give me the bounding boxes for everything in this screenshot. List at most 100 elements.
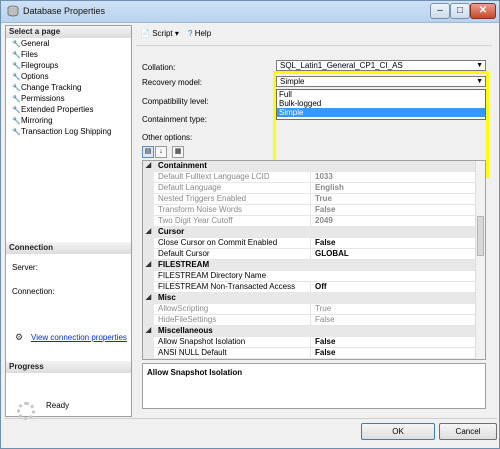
- other-options-label: Other options:: [142, 133, 193, 142]
- sidebar-item-filegroups[interactable]: 🔧Filegroups: [12, 60, 58, 71]
- category-name: Miscellaneous: [158, 326, 213, 335]
- title-bar[interactable]: Database Properties – □ ✕: [1, 1, 499, 23]
- row-gutter: [143, 216, 154, 227]
- property-name: Transform Noise Words: [158, 205, 243, 214]
- collapse-icon[interactable]: ◢: [143, 326, 154, 337]
- property-name: ANSI NULL Default: [158, 348, 227, 357]
- property-name: Allow Snapshot Isolation: [158, 337, 246, 346]
- sidebar-item-label: Change Tracking: [21, 83, 82, 92]
- footer-divider: [5, 418, 497, 419]
- property-value[interactable]: GLOBAL: [310, 249, 480, 259]
- grid-property-row[interactable]: Transform Noise Words False: [143, 205, 477, 216]
- grid-scrollbar[interactable]: [475, 161, 485, 359]
- sidebar-item-files[interactable]: 🔧Files: [12, 49, 38, 60]
- property-name: AllowScripting: [158, 304, 209, 313]
- grid-category-row[interactable]: ◢ Misc: [143, 293, 477, 304]
- property-grid: ANSI NULL Default False Allow Snapshot Iso…: [142, 160, 486, 360]
- property-name: Default Fulltext Language LCID: [158, 172, 270, 181]
- sidebar-item-label: Files: [21, 50, 38, 59]
- grid-property-row[interactable]: FILESTREAM Directory Name: [143, 271, 477, 282]
- minimize-button[interactable]: –: [430, 3, 450, 19]
- sidebar-item-transaction-log-shipping[interactable]: 🔧Transaction Log Shipping: [12, 126, 111, 137]
- property-value[interactable]: False: [310, 348, 480, 358]
- ok-button[interactable]: OK: [361, 423, 435, 440]
- maximize-button[interactable]: □: [450, 3, 470, 19]
- grid-scroll-thumb[interactable]: [477, 216, 484, 256]
- category-name: Misc: [158, 293, 176, 302]
- grid-property-row[interactable]: HideFileSettings False: [143, 315, 477, 326]
- sidebar-item-mirroring[interactable]: 🔧Mirroring: [12, 115, 53, 126]
- chevron-down-icon: ▼: [476, 62, 483, 69]
- sidebar-item-general[interactable]: 🔧General: [12, 38, 49, 49]
- progress-status: Ready: [46, 401, 70, 410]
- property-value[interactable]: False: [310, 238, 480, 248]
- property-value: True: [310, 194, 480, 204]
- row-gutter: [143, 271, 154, 282]
- sidebar-item-options[interactable]: 🔧Options: [12, 71, 49, 82]
- sidebar-item-label: Permissions: [21, 94, 65, 103]
- close-button[interactable]: ✕: [470, 3, 496, 19]
- grid-property-row[interactable]: Default Cursor GLOBAL: [143, 249, 477, 260]
- property-pages-icon[interactable]: ▦: [172, 146, 184, 158]
- property-value: English: [310, 183, 480, 193]
- grid-property-row[interactable]: Allow Snapshot Isolation False: [143, 337, 477, 348]
- property-name: Nested Triggers Enabled: [158, 194, 247, 203]
- alphabetical-sort-icon[interactable]: ↓: [155, 146, 167, 158]
- categorized-icon[interactable]: ▤: [142, 146, 154, 158]
- right-pane: 📄 Script ▾ ? Help Collation: SQL_Latin1_…: [136, 25, 496, 417]
- sidebar-item-change-tracking[interactable]: 🔧Change Tracking: [12, 82, 81, 93]
- view-connection-properties-link[interactable]: View connection properties: [31, 333, 127, 342]
- row-gutter: [143, 282, 154, 293]
- grid-property-row[interactable]: Two Digit Year Cutoff 2049: [143, 216, 477, 227]
- property-value[interactable]: False: [310, 337, 480, 347]
- grid-property-row[interactable]: Nested Triggers Enabled True: [143, 194, 477, 205]
- row-gutter: [143, 205, 154, 216]
- help-button[interactable]: ? Help: [188, 29, 211, 38]
- script-label: Script: [152, 29, 173, 38]
- row-gutter: [143, 238, 154, 249]
- sidebar-item-extended-properties[interactable]: 🔧Extended Properties: [12, 104, 94, 115]
- grid-property-row[interactable]: Default Fulltext Language LCID 1033: [143, 172, 477, 183]
- grid-category-row[interactable]: ◢ Containment: [143, 161, 477, 172]
- window-title: Database Properties: [23, 6, 106, 16]
- grid-category-row[interactable]: ◢ FILESTREAM: [143, 260, 477, 271]
- left-pane: Select a page 🔧General 🔧Files 🔧Filegroups 🔧…: [5, 25, 132, 420]
- sidebar-item-label: Extended Properties: [21, 105, 94, 114]
- wrench-icon: 🔧: [12, 129, 21, 136]
- property-name: Default Cursor: [158, 249, 210, 258]
- property-name: Default Language: [158, 183, 222, 192]
- collapse-icon[interactable]: ◢: [143, 260, 154, 271]
- row-gutter: [143, 337, 154, 348]
- collation-value: SQL_Latin1_General_CP1_CI_AS: [280, 61, 403, 70]
- progress-header: Progress: [6, 361, 131, 373]
- sidebar-item-permissions[interactable]: 🔧Permissions: [12, 93, 65, 104]
- compatibility-level-label: Compatibility level:: [142, 97, 209, 106]
- grid-property-row[interactable]: FILESTREAM Non-Transacted Access Off: [143, 282, 477, 293]
- database-icon: [7, 5, 19, 17]
- sidebar-item-label: General: [21, 39, 50, 48]
- grid-property-row[interactable]: Close Cursor on Commit Enabled False: [143, 238, 477, 249]
- help-label: Help: [194, 29, 212, 38]
- select-page-header: Select a page: [6, 26, 131, 38]
- script-button[interactable]: 📄 Script ▾: [140, 29, 179, 38]
- collation-select[interactable]: SQL_Latin1_General_CP1_CI_AS ▼: [276, 60, 486, 71]
- cancel-button[interactable]: Cancel: [439, 423, 497, 440]
- row-gutter: [143, 194, 154, 205]
- collapse-icon[interactable]: ◢: [143, 227, 154, 238]
- recovery-model-label: Recovery model:: [142, 78, 203, 87]
- grid-property-row[interactable]: Default Language English: [143, 183, 477, 194]
- collapse-icon[interactable]: ◢: [143, 293, 154, 304]
- property-value: 2049: [310, 216, 480, 226]
- grid-property-row[interactable]: ANSI NULL Default False: [143, 348, 477, 359]
- property-value[interactable]: Off: [310, 282, 480, 292]
- collapse-icon[interactable]: ◢: [143, 161, 154, 172]
- category-name: FILESTREAM: [158, 260, 210, 269]
- grid-property-row[interactable]: AllowScripting True: [143, 304, 477, 315]
- grid-category-row[interactable]: ◢ Miscellaneous: [143, 326, 477, 337]
- row-gutter: [143, 304, 154, 315]
- property-name: FILESTREAM Directory Name: [158, 271, 267, 280]
- toolbar-divider: [136, 45, 492, 46]
- grid-category-row[interactable]: ◢ Cursor: [143, 227, 477, 238]
- connection-label: Connection:: [12, 287, 55, 296]
- collation-label: Collation:: [142, 63, 176, 72]
